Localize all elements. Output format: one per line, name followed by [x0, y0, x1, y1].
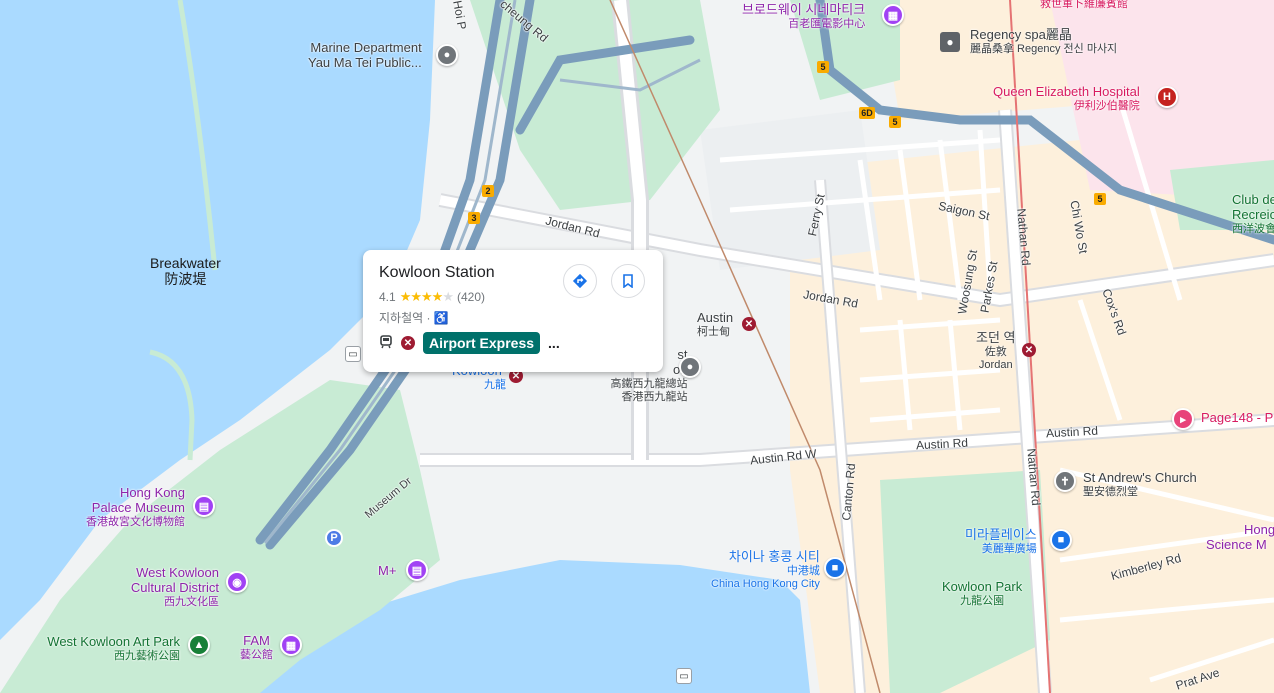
train-icon — [379, 334, 393, 352]
poi-m-plus[interactable]: M+ — [378, 563, 396, 579]
museum-icon[interactable]: ▤ — [406, 559, 428, 581]
cinema-icon[interactable]: ▦ — [882, 4, 904, 26]
place-rating-row: 4.1 ★★★★★ (420) — [379, 289, 647, 305]
poi-mira-place[interactable]: 미라플레이스 美麗華廣場 — [965, 527, 1037, 556]
mtr-icon: ✕ — [401, 336, 415, 350]
hospital-icon[interactable]: H — [1156, 86, 1178, 108]
bus-stop-icon[interactable]: ▭ — [676, 668, 692, 684]
directions-button[interactable] — [563, 264, 597, 298]
poi-regency-spa[interactable]: Regency spa麗晶 麗晶桑拿 Regency 전신 마사지 — [970, 27, 1117, 56]
route-shield: 5 — [817, 61, 829, 73]
place-category-row: 지하철역 · ♿ — [379, 309, 647, 326]
poi-west-kowloon-art-park[interactable]: West Kowloon Art Park 西九藝術公園 — [38, 634, 180, 663]
poi-page148[interactable]: Page148 - P — [1201, 410, 1273, 426]
poi-marine-department[interactable]: Marine Department Yau Ma Tei Public... — [308, 40, 422, 71]
poi-palace-museum[interactable]: Hong Kong Palace Museum 香港故宮文化博物館 — [86, 485, 185, 529]
poi-science-museum[interactable]: Hong Science M — [1206, 522, 1274, 553]
poi-jordan-station[interactable]: 조던 역 佐敦 Jordan — [976, 330, 1016, 371]
spa-icon[interactable]: ● — [940, 32, 960, 52]
rating-stars: ★★★★★ — [399, 289, 454, 304]
place-info-card[interactable]: Kowloon Station 4.1 ★★★★★ (420) 지하철역 · ♿… — [363, 250, 663, 372]
rating-value: 4.1 — [379, 290, 396, 304]
route-shield: 3 — [468, 212, 480, 224]
church-icon[interactable]: ✝ — [1054, 470, 1076, 492]
place-category: 지하철역 — [379, 311, 424, 325]
shopping-bag-icon[interactable]: ■ — [824, 557, 846, 579]
transit-lines-row: ✕ Airport Express ... — [379, 332, 560, 354]
wheelchair-icon: ♿ — [433, 311, 449, 325]
station-icon[interactable]: ● — [679, 356, 701, 378]
poi-club-de-recreio[interactable]: Club de Recreio 西洋波會 — [1232, 192, 1274, 236]
category-separator: · — [426, 311, 431, 325]
shopping-icon[interactable]: ▸ — [1172, 408, 1194, 430]
bus-stop-icon[interactable]: ▭ — [345, 346, 361, 362]
tree-icon[interactable]: ▲ — [188, 634, 210, 656]
theatre-icon[interactable]: ▦ — [280, 634, 302, 656]
poi-salvation-army-hotel[interactable]: 救世軍卜維廉賓館 — [1040, 0, 1128, 11]
poi-kowloon-park[interactable]: Kowloon Park 九龍公園 — [942, 579, 1022, 608]
poi-austin-station[interactable]: Austin 柯士甸 — [697, 310, 733, 339]
route-shield: 5 — [889, 116, 901, 128]
poi-china-hong-kong-city[interactable]: 차이나 홍콩 시티 中港城 China Hong Kong City — [711, 549, 820, 590]
line-badge-airport-express[interactable]: Airport Express — [423, 332, 541, 354]
government-icon[interactable]: ● — [436, 44, 458, 66]
route-shield: 5 — [1094, 193, 1106, 205]
mtr-icon[interactable]: ✕ — [1022, 343, 1036, 357]
route-shield: 2 — [482, 185, 494, 197]
directions-icon — [572, 273, 588, 289]
camera-icon[interactable]: ◉ — [226, 571, 248, 593]
poi-west-kowloon-cultural-district[interactable]: West Kowloon Cultural District 西九文化區 — [123, 565, 219, 609]
parking-icon[interactable]: P — [325, 529, 343, 547]
mtr-icon[interactable]: ✕ — [742, 317, 756, 331]
road-austin-rd: Austin Rd — [915, 435, 969, 453]
museum-icon[interactable]: ▤ — [193, 495, 215, 517]
poi-queen-elizabeth-hospital[interactable]: Queen Elizabeth Hospital 伊利沙伯醫院 — [993, 84, 1140, 113]
road-austin-rd-east: Austin Rd — [1045, 423, 1099, 441]
save-button[interactable] — [611, 264, 645, 298]
map-canvas[interactable]: Breakwater 防波堤 Jordan Rd Jordan Rd Austin… — [0, 0, 1274, 693]
poi-fam[interactable]: FAM 藝公館 — [240, 633, 273, 662]
review-count[interactable]: (420) — [457, 290, 485, 304]
save-bookmark-icon — [623, 274, 633, 288]
route-shield: 6D — [859, 107, 875, 119]
poi-broadway-cinematheque[interactable]: 브로드웨이 시네마티크 百老匯電影中心 — [742, 2, 865, 31]
shopping-bag-icon[interactable]: ■ — [1050, 529, 1072, 551]
more-lines-ellipsis: ... — [548, 335, 560, 351]
place-title[interactable]: Kowloon Station — [379, 264, 647, 282]
breakwater-label: Breakwater 防波堤 — [150, 255, 221, 288]
poi-st-andrews-church[interactable]: St Andrew's Church 聖安德烈堂 — [1083, 470, 1197, 499]
